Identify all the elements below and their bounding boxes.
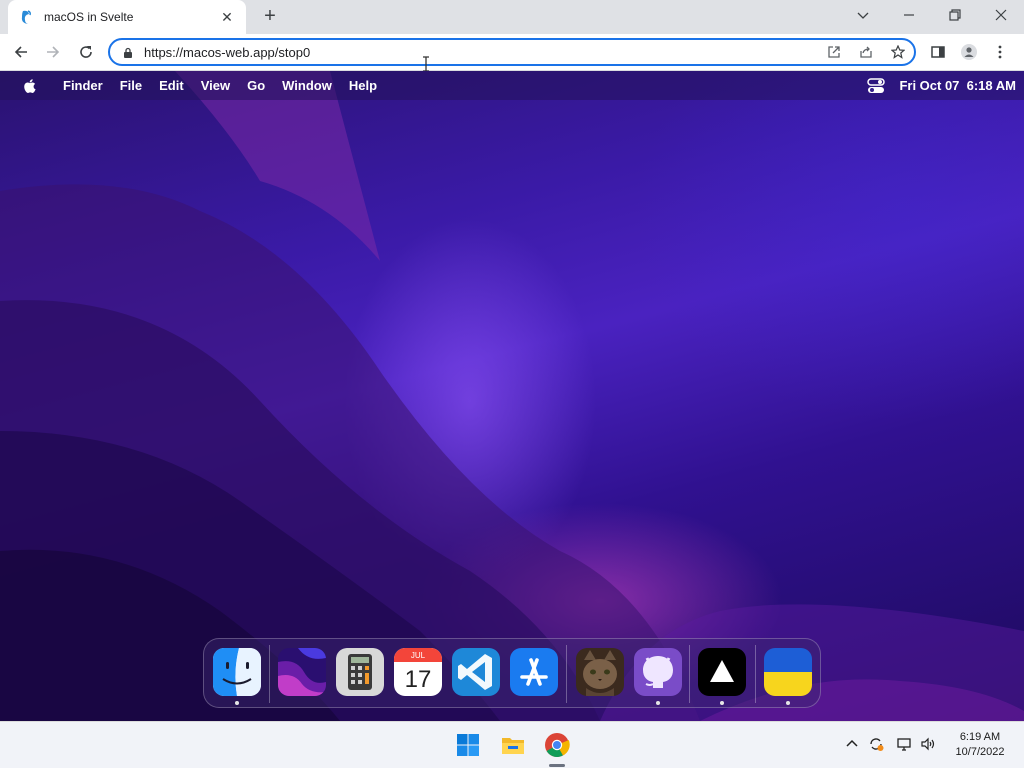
menu-window[interactable]: Window xyxy=(282,78,332,93)
dock-separator xyxy=(689,645,690,703)
browser-tabstrip: macOS in Svelte ✕ + xyxy=(0,0,1024,34)
new-tab-button[interactable]: + xyxy=(258,4,282,28)
minimize-button[interactable] xyxy=(886,0,932,30)
tab-title: macOS in Svelte xyxy=(44,10,134,24)
mac-menubar: Finder File Edit View Go Window Help Fri… xyxy=(0,71,1024,100)
menu-edit[interactable]: Edit xyxy=(159,78,184,93)
chrome-icon[interactable] xyxy=(542,730,572,760)
active-app-indicator xyxy=(549,764,565,767)
running-indicator xyxy=(720,701,724,705)
desktop-wallpaper xyxy=(0,71,1024,721)
menu-help[interactable]: Help xyxy=(349,78,377,93)
forward-button[interactable] xyxy=(40,39,66,65)
tab-search-icon[interactable] xyxy=(840,0,886,30)
dock-vscode-icon[interactable] xyxy=(452,648,500,696)
dock-ukraine-flag-icon[interactable] xyxy=(764,648,812,696)
more-menu-icon[interactable] xyxy=(988,40,1012,64)
taskbar-clock[interactable]: 6:19 AM 10/7/2022 xyxy=(944,730,1016,760)
browser-tab[interactable]: macOS in Svelte ✕ xyxy=(8,0,246,34)
dock: JUL 17 xyxy=(203,638,821,708)
apple-logo-icon[interactable] xyxy=(22,78,38,94)
running-indicator xyxy=(656,701,660,705)
dock-separator xyxy=(269,645,270,703)
browser-toolbar: https://macos-web.app/stop0 xyxy=(0,34,1024,71)
address-bar[interactable]: https://macos-web.app/stop0 xyxy=(108,38,916,66)
menu-app-name[interactable]: Finder xyxy=(63,78,103,93)
clock-time: 6:19 AM xyxy=(959,731,1001,743)
dock-github-icon[interactable] xyxy=(634,648,682,696)
menu-go[interactable]: Go xyxy=(247,78,265,93)
profile-avatar-icon[interactable] xyxy=(957,40,981,64)
file-explorer-icon[interactable] xyxy=(498,730,528,760)
dock-cat-photo-icon[interactable] xyxy=(576,648,624,696)
dock-vercel-icon[interactable] xyxy=(698,648,746,696)
calendar-day: 17 xyxy=(405,666,432,693)
dock-app-store-icon[interactable] xyxy=(510,648,558,696)
lock-icon xyxy=(122,46,134,58)
dock-separator xyxy=(566,645,567,703)
side-panel-icon[interactable] xyxy=(926,40,950,64)
favicon-icon xyxy=(18,9,34,25)
tab-close-icon[interactable]: ✕ xyxy=(218,9,236,26)
dock-separator xyxy=(755,645,756,703)
dock-finder-icon[interactable] xyxy=(213,648,261,696)
windows-taskbar: 6:19 AM 10/7/2022 xyxy=(0,721,1024,768)
calendar-month: JUL xyxy=(411,651,426,660)
menu-view[interactable]: View xyxy=(201,78,230,93)
url-text: https://macos-web.app/stop0 xyxy=(144,44,311,60)
dock-calendar-icon[interactable]: JUL 17 xyxy=(394,648,442,696)
running-indicator xyxy=(235,701,239,705)
close-window-button[interactable] xyxy=(978,0,1024,30)
clock-date: 10/7/2022 xyxy=(955,746,1005,758)
control-center-icon[interactable] xyxy=(867,77,886,94)
show-hidden-icons-chevron-icon[interactable] xyxy=(842,734,862,754)
dock-calculator-icon[interactable] xyxy=(336,648,384,696)
bookmark-star-icon[interactable] xyxy=(882,40,914,64)
dock-wallpapers-icon[interactable] xyxy=(278,648,326,696)
menubar-datetime[interactable]: Fri Oct 07 6:18 AM xyxy=(899,78,1016,93)
windows-start-icon[interactable] xyxy=(453,730,483,760)
menu-file[interactable]: File xyxy=(120,78,142,93)
restore-button[interactable] xyxy=(932,0,978,30)
sync-icon[interactable] xyxy=(866,734,886,754)
text-cursor-icon xyxy=(423,56,429,72)
share-icon[interactable] xyxy=(850,40,882,64)
open-in-new-icon[interactable] xyxy=(818,40,850,64)
running-indicator xyxy=(786,701,790,705)
network-icon[interactable] xyxy=(894,734,914,754)
reload-button[interactable] xyxy=(73,39,99,65)
back-button[interactable] xyxy=(8,39,34,65)
volume-icon[interactable] xyxy=(918,734,938,754)
